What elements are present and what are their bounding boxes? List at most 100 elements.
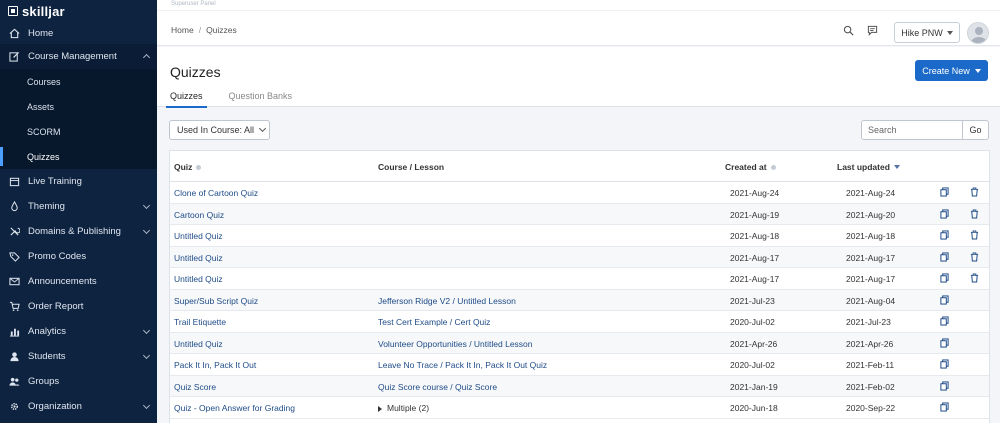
created-date: 2021-Aug-17: [730, 252, 780, 263]
superuser-strip: Superuser Panel: [157, 0, 1000, 11]
sidebar-item-label: Order Report: [28, 301, 84, 312]
column-header-course: Course / Lesson: [378, 162, 444, 172]
chevron-up-icon: [142, 53, 151, 62]
superuser-label: Superuser Panel: [171, 1, 216, 7]
tools-icon: [9, 226, 20, 237]
sidebar-item-label: Organization: [28, 401, 82, 412]
quiz-name-link[interactable]: Untitled Quiz: [174, 231, 223, 241]
sort-icon: [196, 164, 202, 170]
course-lesson-link[interactable]: Jefferson Ridge V2 / Untitled Lesson: [378, 296, 516, 306]
course-lesson-link[interactable]: Volunteer Opportunities / Untitled Lesso…: [378, 339, 533, 349]
quiz-name-link[interactable]: Quiz - Open Answer for Grading: [174, 403, 295, 413]
copy-icon[interactable]: [940, 273, 949, 283]
quiz-name-link[interactable]: Clone of Cartoon Quiz: [174, 188, 258, 198]
table-row: Untitled Quiz 2021-Aug-17 2021-Aug-17: [170, 268, 989, 290]
table-row: Quiz - Open Answer for Grading Multiple (…: [170, 397, 989, 419]
tab-quizzes[interactable]: Quizzes: [166, 91, 207, 108]
search-icon[interactable]: [843, 25, 854, 36]
copy-icon[interactable]: [940, 251, 949, 262]
course-lesson-text: Jefferson Ridge V2 / Untitled Lesson: [378, 295, 516, 306]
quiz-name-link[interactable]: Untitled Quiz: [174, 339, 223, 349]
updated-date: 2021-Aug-24: [846, 188, 896, 198]
page-header: Quizzes Create New Quizzes Question Bank…: [157, 47, 1000, 108]
sidebar-item-order-report[interactable]: Order Report: [0, 294, 157, 319]
trash-icon[interactable]: [970, 230, 979, 240]
copy-icon[interactable]: [940, 230, 949, 240]
tab-question-banks[interactable]: Question Banks: [225, 91, 297, 108]
sidebar-subitem-courses[interactable]: Courses: [0, 69, 157, 94]
sidebar-item-students[interactable]: Students: [0, 344, 157, 369]
chevron-down-icon: [142, 226, 151, 235]
copy-icon[interactable]: [940, 380, 949, 391]
calendar-icon: [9, 176, 20, 187]
course-lesson-text: Multiple (2): [387, 403, 430, 413]
go-button[interactable]: Go: [962, 120, 989, 140]
updated-date: 2021-Feb-02: [846, 381, 895, 392]
sidebar-subitem-quizzes[interactable]: Quizzes: [0, 144, 157, 169]
logo-text: skilljar: [22, 3, 65, 19]
copy-icon[interactable]: [940, 187, 949, 197]
chevron-down-icon: [142, 401, 151, 410]
course-lesson-link[interactable]: Test Cert Example / Cert Quiz: [378, 317, 490, 327]
sidebar-item-home[interactable]: Home: [0, 22, 157, 44]
course-multiple-toggle[interactable]: Multiple (2): [378, 403, 429, 413]
quiz-name-link[interactable]: Pack It In, Pack It Out: [174, 360, 256, 370]
table-row: Clone of Cartoon Quiz 2021-Aug-24 2021-Aug…: [170, 182, 989, 204]
column-header-quiz[interactable]: Quiz: [174, 162, 202, 172]
breadcrumb-current: Quizzes: [206, 25, 237, 35]
quiz-name-link[interactable]: Trail Etiquette: [174, 317, 226, 327]
organization-selector[interactable]: Hike PNW: [894, 22, 960, 43]
trash-icon[interactable]: [970, 209, 979, 219]
logo[interactable]: skilljar: [0, 0, 157, 22]
create-new-button[interactable]: Create New: [915, 60, 988, 81]
sidebar-item-promo-codes[interactable]: Promo Codes: [0, 244, 157, 269]
top-bar: Superuser Panel Home / Quizzes Hike PNW: [157, 0, 1000, 46]
quiz-name-link[interactable]: Quiz Score: [174, 382, 216, 392]
sidebar-item-announcements[interactable]: Announcements: [0, 269, 157, 294]
avatar[interactable]: [967, 22, 989, 44]
copy-icon[interactable]: [940, 208, 949, 219]
trash-icon[interactable]: [970, 273, 979, 283]
sidebar-item-theming[interactable]: Theming: [0, 194, 157, 219]
sidebar-item-groups[interactable]: Groups: [0, 369, 157, 394]
sidebar-item-course-management[interactable]: Course Management: [0, 44, 157, 69]
copy-icon[interactable]: [940, 294, 949, 305]
trash-icon[interactable]: [970, 252, 979, 262]
breadcrumb-home[interactable]: Home: [171, 25, 194, 35]
created-date: 2020-Jun-18: [730, 403, 778, 413]
table-row: Untitled Quiz 2021-Aug-18 2021-Aug-18: [170, 225, 989, 247]
sidebar-item-live-training[interactable]: Live Training: [0, 169, 157, 194]
sidebar-item-analytics[interactable]: Analytics: [0, 319, 157, 344]
column-header-created[interactable]: Created at: [725, 162, 776, 172]
updated-date: 2021-Aug-04: [846, 295, 896, 306]
table-header: Quiz Course / Lesson Created at Last upd…: [170, 151, 989, 182]
chevron-down-icon: [142, 201, 151, 210]
trash-icon[interactable]: [970, 187, 979, 197]
copy-icon[interactable]: [940, 337, 949, 348]
quiz-name-link[interactable]: Cartoon Quiz: [174, 210, 224, 220]
quiz-name-link[interactable]: Untitled Quiz: [174, 253, 223, 263]
sort-descending-icon: [893, 165, 900, 169]
column-header-updated[interactable]: Last updated: [837, 162, 900, 172]
sidebar: skilljar Home Course Management Courses …: [0, 0, 157, 423]
chat-icon[interactable]: [867, 25, 878, 36]
user-icon: [9, 351, 20, 362]
course-lesson-link[interactable]: Quiz Score course / Quiz Score: [378, 382, 497, 392]
sidebar-item-domains-publishing[interactable]: Domains & Publishing: [0, 219, 157, 244]
sidebar-subitem-assets[interactable]: Assets: [0, 94, 157, 119]
chevron-down-icon: [259, 124, 267, 133]
copy-icon[interactable]: [940, 359, 949, 369]
sort-icon: [770, 164, 776, 170]
cart-icon: [9, 301, 20, 312]
search-input[interactable]: [861, 120, 963, 140]
quiz-name-link[interactable]: Super/Sub Script Quiz: [174, 296, 258, 306]
copy-icon[interactable]: [940, 316, 949, 326]
updated-date: 2020-Sep-22: [846, 403, 896, 413]
sidebar-item-label: Announcements: [28, 276, 97, 287]
sidebar-item-organization[interactable]: Organization: [0, 394, 157, 419]
copy-icon[interactable]: [940, 402, 949, 412]
quiz-name-link[interactable]: Untitled Quiz: [174, 274, 223, 284]
sidebar-subitem-scorm[interactable]: SCORM: [0, 119, 157, 144]
used-in-course-filter[interactable]: Used In Course: All: [169, 120, 270, 140]
course-lesson-link[interactable]: Leave No Trace / Pack It In, Pack It Out…: [378, 360, 547, 370]
